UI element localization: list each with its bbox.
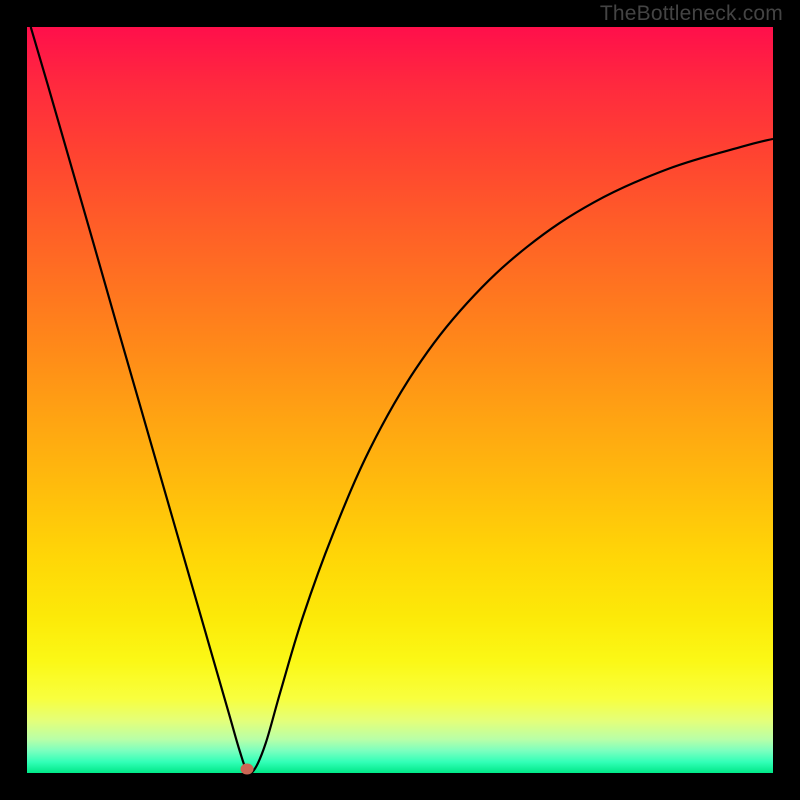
curve-svg — [27, 27, 773, 773]
min-marker — [241, 764, 254, 775]
chart-plot-area — [27, 27, 773, 773]
watermark-label: TheBottleneck.com — [600, 2, 783, 26]
chart-curve — [31, 27, 773, 773]
